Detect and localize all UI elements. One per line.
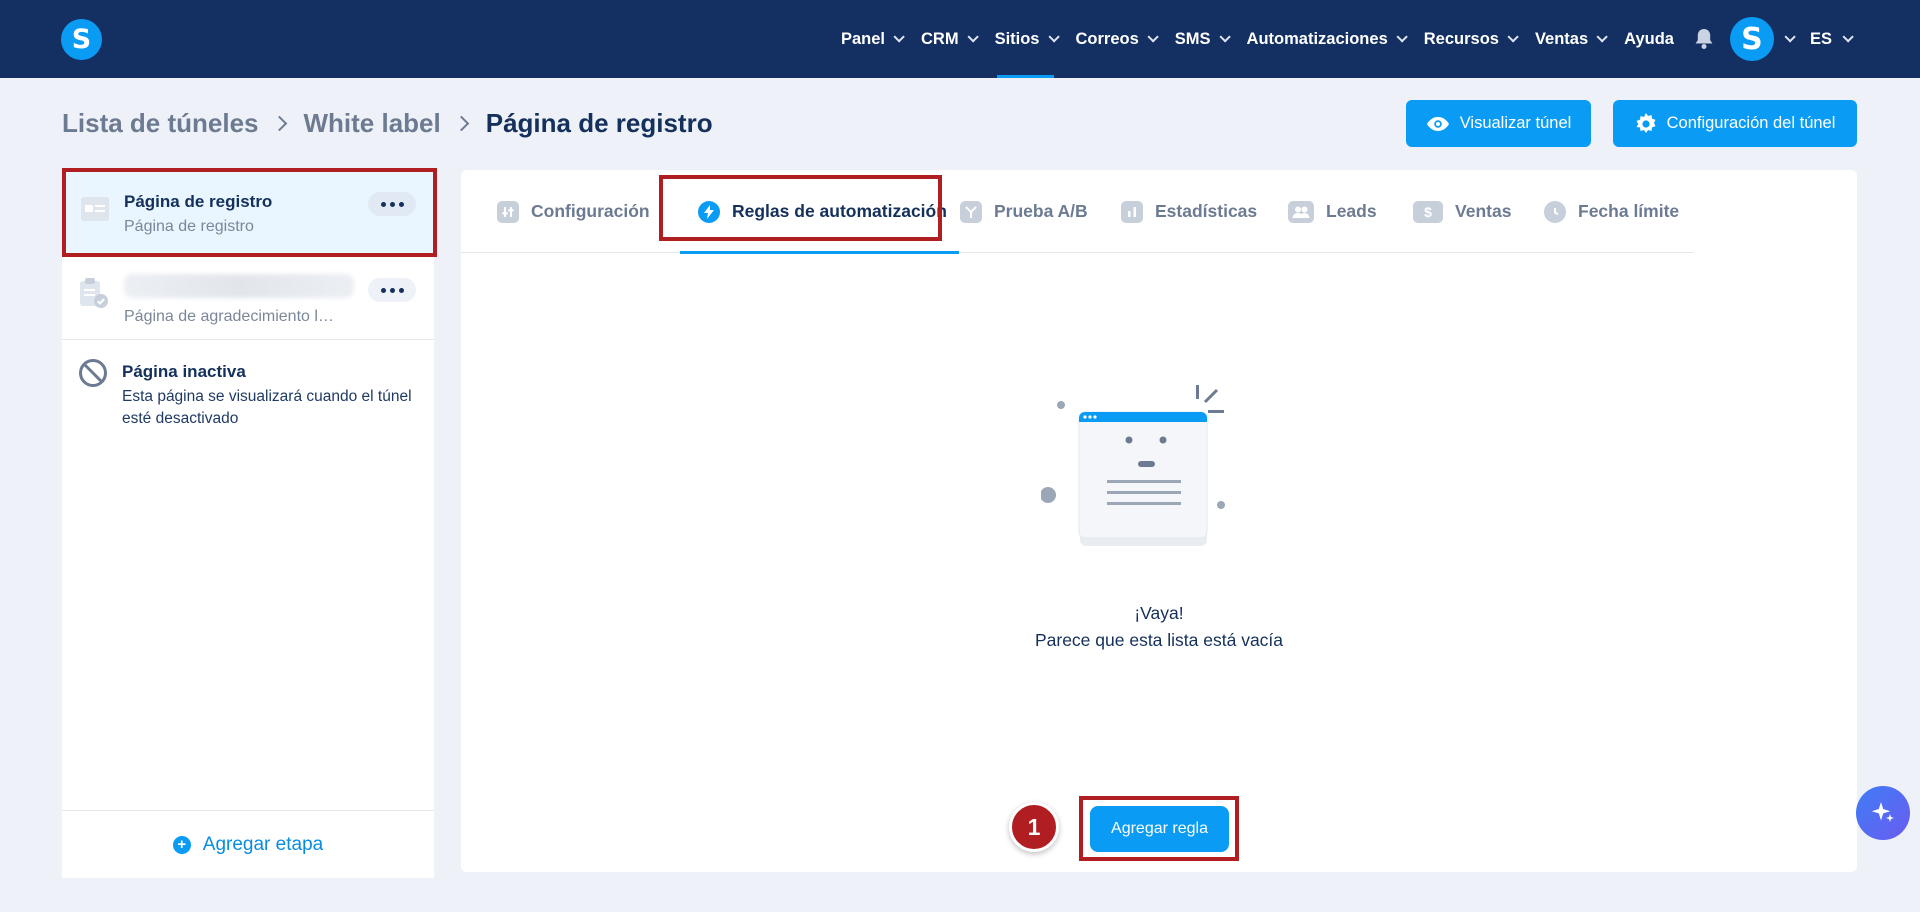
tab-estadisticas[interactable]: Estadísticas: [1121, 170, 1257, 253]
chevron-down-icon: [1784, 31, 1796, 43]
nav-item-crm[interactable]: CRM: [911, 0, 985, 78]
ai-assistant-button[interactable]: [1856, 786, 1910, 840]
preview-funnel-label: Visualizar túnel: [1459, 114, 1572, 132]
tab-leads[interactable]: Leads: [1288, 170, 1377, 253]
tab-prueba-ab[interactable]: Prueba A/B: [960, 170, 1088, 253]
language-selector[interactable]: ES: [1800, 0, 1920, 78]
step-number-badge: 1: [1009, 802, 1059, 852]
plus-icon: +: [172, 835, 191, 854]
tab-label: Fecha límite: [1578, 201, 1680, 221]
lightning-icon: [698, 200, 720, 223]
tab-fecha-limite[interactable]: Fecha límite: [1544, 170, 1679, 253]
nav-item-panel[interactable]: Panel: [831, 0, 911, 78]
step-item-inactiva[interactable]: Página inactiva Esta página se visualiza…: [62, 340, 434, 440]
chevron-down-icon: [1219, 31, 1231, 43]
form-page-icon: [81, 197, 109, 221]
add-step-button[interactable]: + Agregar etapa: [62, 810, 434, 878]
chevron-down-icon: [1047, 31, 1060, 43]
main-nav: Panel CRM Sitios Correos SMS Automatizac…: [831, 0, 1920, 78]
language-label: ES: [1809, 29, 1832, 48]
chevron-right-icon: [271, 115, 287, 132]
avatar[interactable]: S: [1729, 17, 1774, 61]
split-icon: [960, 200, 982, 223]
step-item-agradecimiento[interactable]: Página de agradecimiento l…: [62, 254, 434, 340]
breadcrumb-item[interactable]: White label: [304, 108, 441, 139]
blurred-step-title: [124, 274, 354, 298]
nav-item-correos[interactable]: Correos: [1066, 0, 1165, 78]
tab-label: Estadísticas: [1155, 201, 1258, 221]
app-logo[interactable]: S: [61, 19, 102, 60]
tab-bar: Configuración Reglas de automatización P…: [461, 170, 1694, 254]
bar-chart-icon: [1121, 200, 1143, 223]
tab-label: Leads: [1326, 201, 1377, 221]
nav-item-label: SMS: [1174, 29, 1211, 48]
nav-item-label: Correos: [1075, 29, 1139, 48]
empty-state-title: ¡Vaya!: [1134, 603, 1184, 623]
nav-item-label: Automatizaciones: [1246, 29, 1388, 48]
tab-configuracion[interactable]: Configuración: [497, 170, 650, 253]
nav-item-sitios[interactable]: Sitios: [985, 0, 1066, 78]
nav-item-label: CRM: [920, 29, 959, 48]
nav-item-label: Recursos: [1423, 29, 1499, 48]
funnel-settings-label: Configuración del túnel: [1666, 114, 1836, 132]
step-item-registro[interactable]: Página de registro Página de registro: [62, 168, 434, 254]
dollar-icon: $: [1413, 200, 1443, 223]
chevron-down-icon: [1842, 31, 1854, 43]
breadcrumb-item[interactable]: Lista de túneles: [62, 108, 259, 139]
step-description: Esta página se visualizará cuando el tún…: [122, 388, 412, 427]
chevron-down-icon: [893, 31, 905, 43]
nav-item-ayuda[interactable]: Ayuda: [1614, 0, 1684, 78]
step-subtitle: Página de registro: [124, 218, 254, 235]
page-title: Página de registro: [485, 108, 713, 138]
chevron-right-icon: [453, 115, 470, 132]
step-subtitle: Página de agradecimiento l…: [124, 308, 334, 325]
eye-icon: [1426, 116, 1449, 131]
disabled-icon: [79, 359, 107, 387]
nav-item-label: Sitios: [994, 29, 1040, 48]
chevron-down-icon: [1507, 31, 1519, 43]
empty-list-illustration: [1041, 385, 1225, 546]
nav-item-label: Panel: [840, 29, 885, 48]
add-step-label: Agregar etapa: [202, 833, 324, 855]
nav-item-sms[interactable]: SMS: [1165, 0, 1237, 78]
user-menu[interactable]: S: [1724, 0, 1800, 78]
top-navigation-bar: S Panel CRM Sitios Correos SMS Automatiz…: [0, 0, 1920, 78]
tab-label: Ventas: [1455, 201, 1512, 221]
empty-state-message: Parece que esta lista está vacía: [1034, 630, 1284, 650]
tab-ventas[interactable]: $ Ventas: [1413, 170, 1511, 253]
funnel-settings-button[interactable]: Configuración del túnel: [1613, 100, 1857, 147]
users-icon: [1288, 200, 1314, 223]
chevron-down-icon: [1147, 31, 1159, 43]
step-options-button[interactable]: [368, 278, 416, 302]
chevron-down-icon: [1596, 31, 1608, 43]
clipboard-check-icon: [80, 278, 108, 308]
step-title: Página inactiva: [122, 362, 246, 381]
sparkle-icon: [1871, 802, 1894, 822]
tab-label: Reglas de automatización: [732, 201, 947, 221]
breadcrumb: Lista de túneles White label Página de r…: [62, 108, 713, 139]
funnel-steps-panel: Página de registro Página de registro Pá…: [62, 168, 434, 878]
tab-label: Configuración: [531, 201, 650, 221]
main-content-panel: Configuración Reglas de automatización P…: [461, 170, 1857, 872]
preview-funnel-button[interactable]: Visualizar túnel: [1406, 100, 1591, 147]
nav-item-ventas[interactable]: Ventas: [1525, 0, 1614, 78]
nav-item-recursos[interactable]: Recursos: [1414, 0, 1525, 78]
nav-item-label: Ventas: [1534, 29, 1589, 48]
chevron-down-icon: [1396, 31, 1408, 43]
step-title: Página de registro: [124, 192, 273, 211]
nav-item-automatizaciones[interactable]: Automatizaciones: [1237, 0, 1414, 78]
sliders-icon: [497, 200, 519, 223]
chevron-down-icon: [967, 31, 979, 43]
tab-reglas-automatizacion[interactable]: Reglas de automatización: [680, 170, 959, 254]
add-rule-button[interactable]: Agregar regla: [1090, 806, 1229, 852]
nav-item-label: Ayuda: [1624, 29, 1674, 48]
step-options-button[interactable]: [368, 192, 416, 216]
clock-icon: [1544, 200, 1566, 223]
bell-icon[interactable]: [1684, 0, 1724, 78]
tab-label: Prueba A/B: [994, 201, 1088, 221]
gear-icon: [1636, 112, 1656, 133]
